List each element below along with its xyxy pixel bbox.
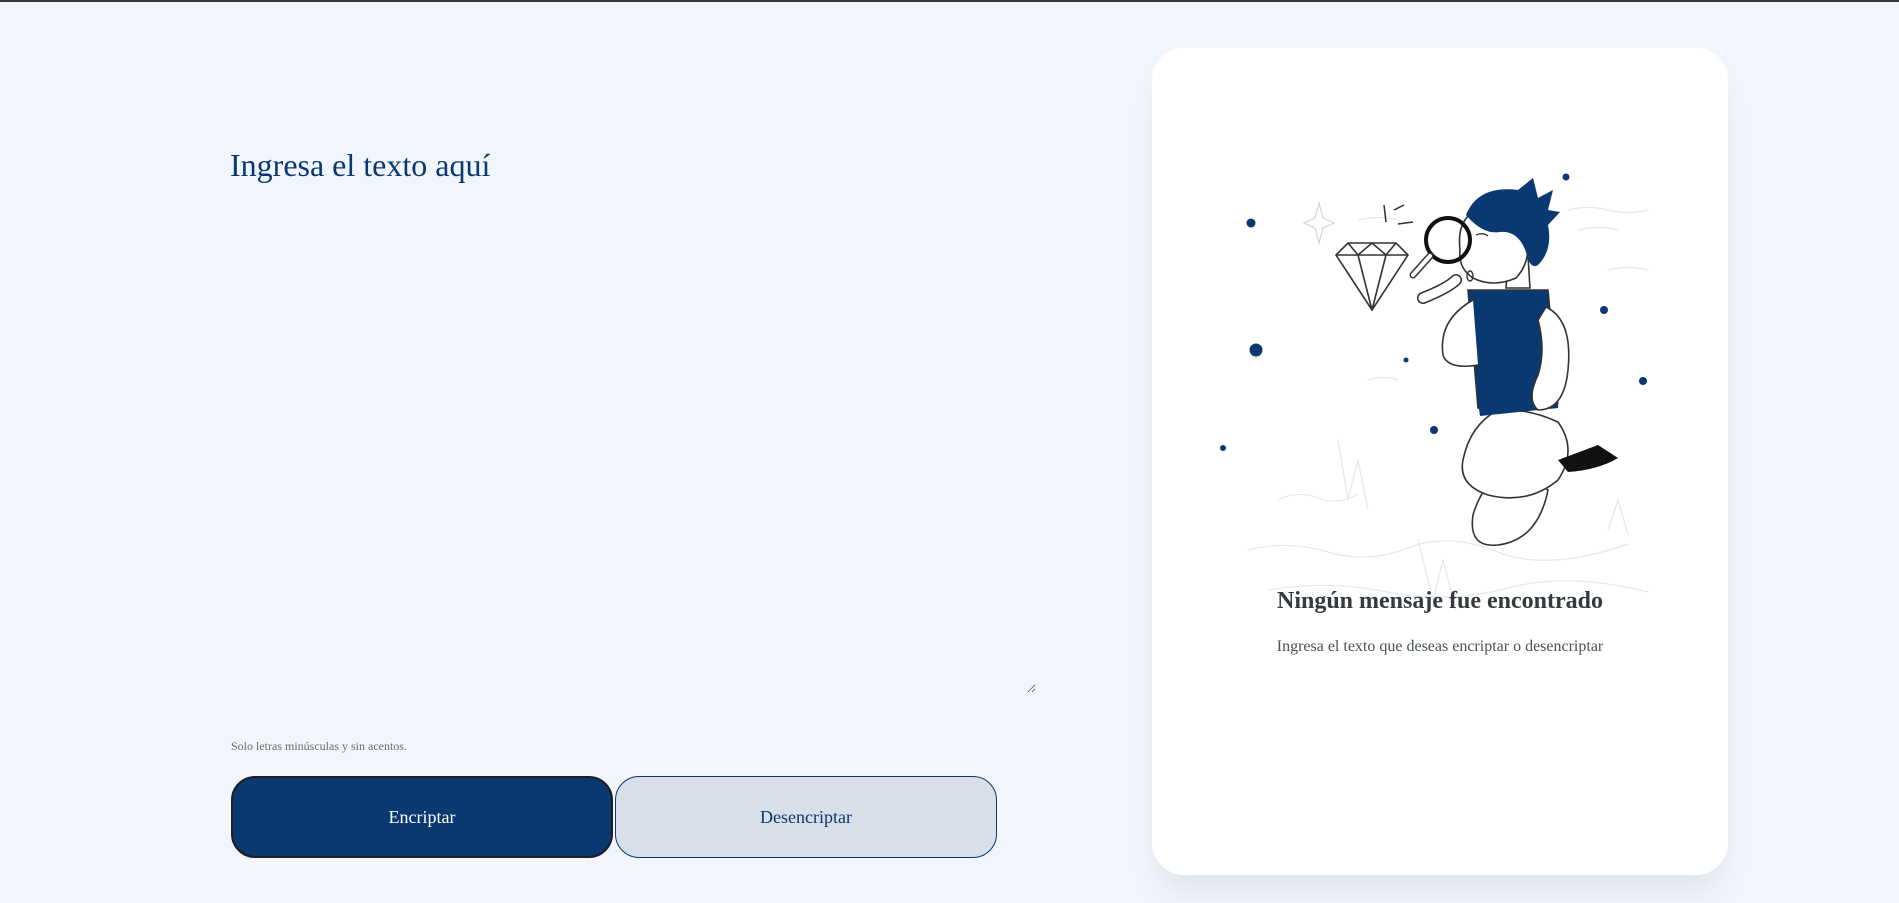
- empty-state-title: Ningún mensaje fue encontrado: [1276, 588, 1603, 614]
- output-card: Ningún mensaje fue encontrado Ingresa el…: [1152, 48, 1728, 875]
- decrypt-button-label: Desencriptar: [760, 806, 852, 827]
- encrypt-button-label: Encriptar: [388, 806, 456, 827]
- top-border: [0, 0, 1899, 2]
- input-area: [230, 145, 1036, 693]
- decrypt-button[interactable]: Desencriptar: [615, 776, 997, 858]
- text-input[interactable]: [230, 145, 1036, 693]
- input-hint: Solo letras minúsculas y sin acentos.: [231, 739, 407, 754]
- hint-text: Solo letras minúsculas y sin acentos.: [231, 739, 407, 753]
- empty-state-subtitle: Ingresa el texto que deseas encriptar o …: [1276, 638, 1604, 655]
- person-with-magnifying-glass-illustration: [1220, 173, 1649, 610]
- encrypt-button[interactable]: Encriptar: [231, 776, 613, 858]
